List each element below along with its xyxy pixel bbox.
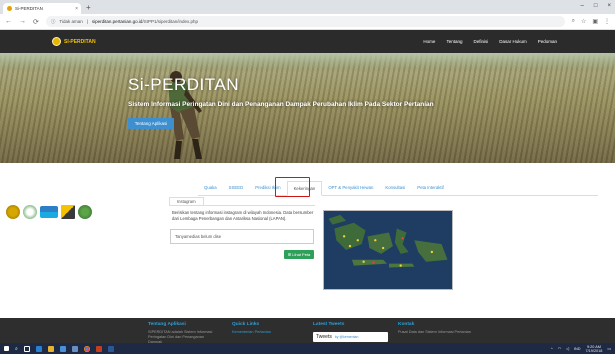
footer-contact: Kontak Pusat Data dan Sistem Informasi P… (398, 322, 472, 335)
hero-subtitle: Sistem Informasi Peringatan Dini dan Pen… (128, 101, 434, 108)
hero-field-image (0, 53, 615, 163)
store-icon[interactable] (59, 345, 66, 352)
explorer-icon[interactable] (47, 345, 54, 352)
menu-tentang[interactable]: Tentang (446, 39, 462, 44)
start-icon[interactable] (4, 346, 9, 351)
tab-peta-interaktif[interactable]: Peta Interaktif (411, 185, 450, 195)
kementan-logo-icon (6, 205, 20, 219)
new-tab-button[interactable]: + (86, 3, 91, 12)
volume-icon[interactable]: ◁ (566, 346, 569, 351)
address-bar: ← → ⟳ ⓘ Tidak aman | siperditan.pertania… (0, 14, 615, 30)
system-tray: ^ ◠ ◁ IND 9:20 AM 7/19/2018 ▭ (551, 345, 611, 353)
footer-contact-title: Kontak (398, 322, 415, 327)
brand-name: SI-PERDITAN (64, 38, 96, 45)
footer-tweets: Latest Tweets (313, 322, 393, 327)
window-controls: – □ × (581, 3, 611, 9)
chrome-icon[interactable] (83, 345, 90, 352)
tweets-label: Tweets (316, 334, 332, 340)
extension-icon[interactable]: ▣ (592, 18, 598, 25)
star-icon[interactable]: ☆ (581, 18, 586, 25)
mail-icon[interactable] (71, 345, 78, 352)
feature-tabs: Quaka SSEED Prediksi Iklim Kekeringan OP… (198, 179, 598, 196)
edge-icon[interactable] (35, 345, 42, 352)
hero-banner: Si-PERDITAN Sistem Informasi Peringatan … (0, 53, 615, 163)
footer-about: Tentang Aplikasi SIPERDITAN adalah Siste… (148, 322, 218, 345)
word-icon[interactable] (107, 345, 114, 352)
clock-date: 7/19/2018 (585, 348, 603, 353)
site-brand[interactable]: SI-PERDITAN (52, 37, 96, 46)
footer-tweets-title: Latest Tweets (313, 322, 345, 327)
map-icon: ⊞ (287, 252, 292, 257)
zoom-icon[interactable]: ⌕ (572, 18, 575, 25)
browser-tab-bar: Si-PERDITAN × + – □ × (0, 0, 615, 14)
network-icon[interactable]: ◠ (558, 346, 561, 351)
tweets-widget[interactable]: Tweets by @kementan (313, 332, 388, 342)
footer-about-title: Tentang Aplikasi (148, 322, 186, 327)
view-map-button[interactable]: ⊞ Lihat Peta (284, 250, 314, 259)
site-footer: Tentang Aplikasi SIPERDITAN adalah Siste… (0, 318, 615, 345)
favicon-icon (7, 6, 12, 11)
bnpb-logo-icon (78, 205, 92, 219)
maximize-button[interactable]: □ (594, 3, 598, 9)
notice-box: Tanyamedias belum dise (170, 229, 314, 244)
menu-home[interactable]: Home (423, 39, 435, 44)
about-app-button[interactable]: Tentang Aplikasi (128, 118, 174, 129)
info-icon[interactable]: ⓘ (51, 19, 56, 25)
task-view-icon[interactable] (23, 345, 30, 352)
tab-sseed[interactable]: SSEED (223, 185, 250, 195)
close-window-button[interactable]: × (607, 3, 611, 9)
tab-title: Si-PERDITAN (15, 6, 43, 11)
tray-arrow-icon[interactable]: ^ (551, 347, 553, 351)
view-map-label: Lihat Peta (292, 252, 311, 257)
menu-dasar-hukum[interactable]: Dasar Hukum (499, 39, 527, 44)
windows-taskbar: ⌕ ^ ◠ ◁ IND 9:20 AM 7/19/2018 ▭ (0, 343, 615, 354)
url-path: /SIPP1/siperditan/index.php (142, 19, 198, 24)
menu-pedoman[interactable]: Pedoman (538, 39, 557, 44)
language-indicator[interactable]: IND (574, 347, 581, 351)
footer-links: Quick Links Kementerian Pertanian (232, 322, 302, 335)
partner-logos (6, 205, 92, 219)
search-icon[interactable]: ⌕ (15, 346, 18, 352)
pu-logo-icon (61, 205, 75, 219)
security-label: Tidak aman (59, 19, 83, 24)
tab-close-icon[interactable]: × (75, 6, 78, 12)
footer-link-kementan[interactable]: Kementerian Pertanian (232, 330, 302, 335)
active-tab-highlight (275, 177, 310, 197)
hero-title: Si-PERDITAN (128, 75, 239, 94)
tab-opt-penyakit-hewan[interactable]: OPT & Penyakit Hewan (322, 185, 379, 195)
tweets-by[interactable]: by @kementan (335, 335, 359, 339)
site-menu: Home Tentang Definisi Dasar Hukum Pedoma… (423, 39, 557, 44)
back-button[interactable]: ← (5, 18, 12, 25)
notifications-icon[interactable]: ▭ (607, 346, 611, 351)
browser-tab[interactable]: Si-PERDITAN × (3, 3, 81, 14)
lapan-logo-icon (40, 206, 58, 218)
bmkg-logo-icon (23, 205, 37, 219)
browser-extensions: ⌕ ☆ ▣ ⋮ (572, 18, 610, 25)
url-domain: siperditan.pertanian.go.id (91, 19, 143, 24)
minimize-button[interactable]: – (581, 3, 584, 9)
footer-contact-body: Pusat Data dan Sistem Informasi Pertania… (398, 330, 471, 334)
clock[interactable]: 9:20 AM 7/19/2018 (586, 345, 603, 353)
site-navbar: SI-PERDITAN Home Tentang Definisi Dasar … (0, 30, 615, 53)
forward-button[interactable]: → (19, 18, 26, 25)
tab-description: Berisikan tentang informasi instagram di… (172, 210, 314, 221)
brand-logo-icon (52, 37, 61, 46)
tab-quaka[interactable]: Quaka (198, 185, 223, 195)
app-icon[interactable] (95, 345, 102, 352)
menu-icon[interactable]: ⋮ (604, 18, 610, 25)
menu-definisi[interactable]: Definisi (473, 39, 488, 44)
indonesia-map[interactable] (323, 210, 453, 290)
reload-button[interactable]: ⟳ (33, 18, 39, 26)
footer-links-title: Quick Links (232, 322, 260, 327)
url-input[interactable]: ⓘ Tidak aman | siperditan.pertanian.go.i… (45, 16, 565, 27)
tab-konsultasi[interactable]: Konsultasi (379, 185, 411, 195)
